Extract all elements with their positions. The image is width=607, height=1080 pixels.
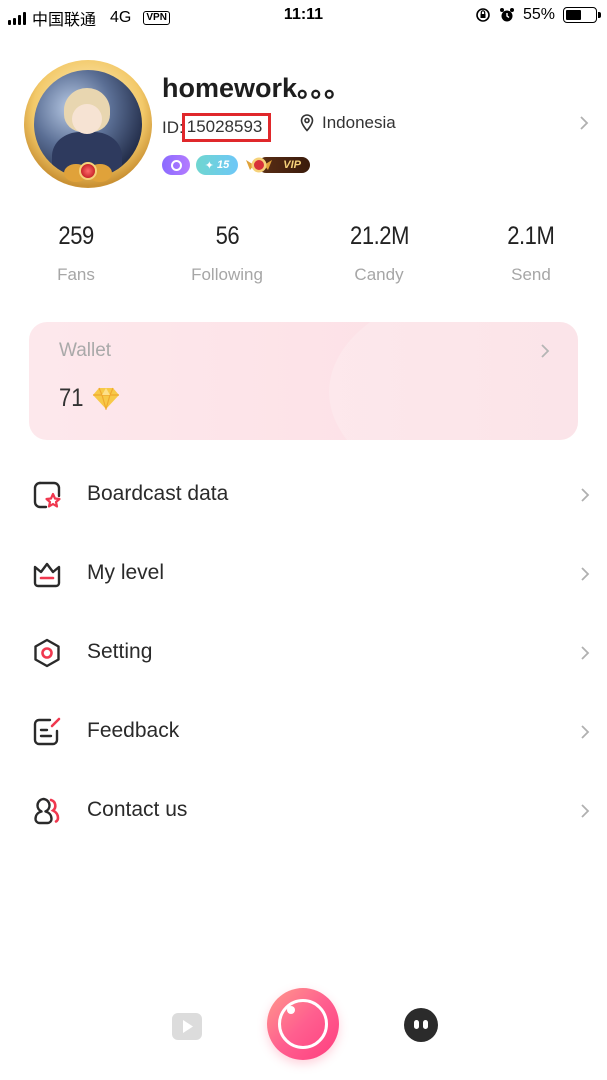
chevron-right-icon (581, 725, 590, 739)
menu-item-my-level[interactable]: My level (0, 543, 607, 603)
avatar-frame-badge-icon (64, 158, 112, 190)
level-star-icon: ✦ (204, 159, 214, 172)
nav-me-icon[interactable] (404, 1008, 438, 1042)
username: homework。。。 (162, 73, 352, 103)
user-id: ID: 15028593 (162, 113, 272, 142)
wallet-balance: 71 (59, 384, 84, 412)
feedback-icon (33, 717, 61, 746)
status-bar: 中国联通 4G VPN 11:11 55% (0, 0, 607, 32)
nav-go-live-button[interactable] (267, 988, 339, 1060)
broadcast-data-icon (33, 481, 61, 509)
gender-male-icon (162, 155, 190, 175)
chevron-right-icon (581, 567, 590, 581)
battery-icon (563, 7, 601, 23)
user-id-prefix: ID: (162, 117, 184, 137)
vip-badge-label: VIP (283, 159, 301, 171)
stat-following-value: 56 (215, 222, 239, 250)
location-label: Indonesia (322, 113, 396, 132)
stat-fans[interactable]: 259 Fans (16, 222, 136, 285)
user-badges: ✦ 15 VIP (162, 154, 310, 176)
profile-chevron-right-icon[interactable] (578, 114, 590, 132)
menu-item-feedback[interactable]: Feedback (0, 701, 607, 761)
alarm-icon (499, 8, 514, 22)
nav-play-icon[interactable] (170, 1009, 204, 1043)
menu-label-setting: Setting (87, 640, 153, 663)
stat-following-label: Following (191, 265, 263, 284)
menu-label-feedback: Feedback (87, 719, 180, 742)
stat-fans-label: Fans (57, 265, 95, 284)
menu-label-my-level: My level (87, 561, 165, 584)
stat-send-label: Send (511, 265, 551, 284)
camera-lens-icon (278, 999, 328, 1049)
orientation-lock-icon (476, 8, 490, 22)
contact-icon (34, 797, 60, 825)
avatar[interactable] (24, 60, 154, 190)
user-id-value: 15028593 (181, 113, 272, 142)
level-badge-value: 15 (216, 159, 230, 171)
menu-label-contact-us: Contact us (87, 798, 188, 821)
stat-fans-value: 259 (58, 222, 94, 250)
stat-candy-value: 21.2M (349, 222, 409, 250)
level-badge: ✦ 15 (196, 155, 238, 175)
menu-item-broadcast-data[interactable]: Boardcast data (0, 464, 607, 524)
location-pin-icon (300, 114, 314, 132)
wallet-title: Wallet (59, 340, 112, 361)
stat-following[interactable]: 56 Following (167, 222, 287, 285)
diamond-icon (93, 387, 119, 410)
wallet-chevron-right-icon (541, 344, 550, 358)
chevron-right-icon (581, 804, 590, 818)
chevron-right-icon (581, 488, 590, 502)
menu-item-setting[interactable]: Setting (0, 622, 607, 682)
menu-label-broadcast-data: Boardcast data (87, 482, 229, 505)
stat-candy-label: Candy (354, 265, 404, 284)
stat-send-value: 2.1M (507, 222, 555, 250)
location: Indonesia (300, 113, 396, 133)
stat-send[interactable]: 2.1M Send (471, 222, 591, 285)
setting-icon (34, 638, 60, 668)
wallet-card[interactable]: Wallet 71 (29, 322, 578, 440)
vip-emblem-icon (246, 157, 272, 173)
vip-badge: VIP (244, 154, 310, 176)
stat-candy[interactable]: 21.2M Candy (319, 222, 439, 285)
battery-percent: 55% (522, 6, 555, 23)
menu-item-contact-us[interactable]: Contact us (0, 780, 607, 840)
level-icon (33, 562, 61, 588)
chevron-right-icon (581, 646, 590, 660)
